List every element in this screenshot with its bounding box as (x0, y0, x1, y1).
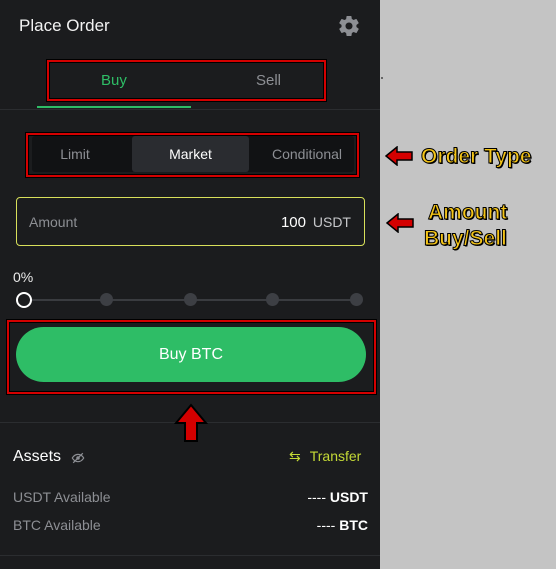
gear-icon[interactable] (337, 14, 361, 38)
amount-value[interactable]: 100 (281, 214, 306, 231)
transfer-icon: ⇆ (289, 448, 301, 464)
slider-percent-label: 0% (13, 269, 34, 285)
tabs-divider (0, 109, 380, 110)
amount-field[interactable]: Amount 100 USDT (16, 197, 365, 246)
speck (381, 77, 383, 79)
eye-slash-icon[interactable] (71, 451, 85, 465)
btc-amount: ---- (316, 517, 336, 533)
bottom-divider (0, 555, 380, 556)
slider-stop[interactable] (266, 293, 279, 306)
btc-currency: BTC (339, 517, 368, 533)
usdt-amount: ---- (307, 489, 326, 505)
active-tab-indicator (37, 106, 191, 108)
arrow-left-icon (386, 213, 414, 233)
order-type-highlight-box (26, 133, 359, 177)
amount-unit: USDT (312, 214, 351, 230)
transfer-button[interactable]: ⇆ Transfer (289, 448, 361, 465)
buy-button-highlight-box (7, 320, 376, 394)
tabs-highlight-box (47, 60, 326, 101)
usdt-currency: USDT (329, 489, 368, 505)
usdt-available-label: USDT Available (13, 489, 111, 505)
slider-stop[interactable] (350, 293, 363, 306)
slider-stop[interactable] (100, 293, 113, 306)
slider-stop[interactable] (184, 293, 197, 306)
annotation-order-type: Order Type (420, 145, 532, 169)
amount-placeholder: Amount (29, 214, 78, 230)
slider-handle[interactable] (16, 292, 32, 308)
transfer-label: Transfer (309, 448, 362, 464)
btc-available-label: BTC Available (13, 517, 101, 533)
arrow-left-icon (385, 146, 413, 166)
btc-available-value: ---- BTC (317, 517, 368, 533)
annotation-amount: Amount (427, 201, 508, 225)
arrow-up-icon (174, 403, 208, 442)
usdt-available-value: ---- USDT (307, 489, 368, 505)
panel-title: Place Order (19, 16, 110, 35)
assets-title: Assets (13, 448, 62, 465)
annotation-buy-sell: Buy/Sell (424, 227, 508, 251)
